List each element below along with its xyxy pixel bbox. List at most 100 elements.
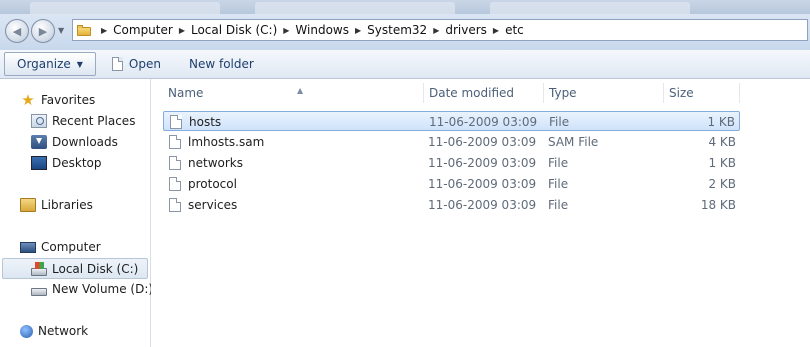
file-icon [169, 177, 181, 191]
local-disk-icon [31, 261, 47, 276]
recent-places-icon [31, 114, 47, 128]
breadcrumb-separator[interactable]: ▶ [179, 26, 185, 35]
breadcrumb-local-disk[interactable]: Local Disk (C:) [191, 23, 277, 37]
file-size: 1 KB [707, 115, 735, 129]
organize-label: Organize [17, 57, 71, 71]
blurred-tab [255, 2, 455, 14]
file-size: 1 KB [708, 156, 736, 170]
column-header-name[interactable]: Name [168, 86, 203, 100]
downloads-icon [31, 135, 47, 149]
column-header-date-modified[interactable]: Date modified [429, 86, 514, 100]
back-button[interactable]: ◀ [5, 19, 29, 43]
network-icon [20, 324, 33, 338]
file-name: protocol [188, 177, 237, 191]
organize-button[interactable]: Organize ▼ [4, 52, 96, 76]
folder-icon [77, 24, 91, 36]
drive-icon [31, 288, 47, 296]
file-date: 11-06-2009 03:09 [428, 198, 537, 212]
breadcrumb-separator[interactable]: ▶ [283, 26, 289, 35]
column-divider[interactable] [663, 83, 664, 103]
file-type: SAM File [548, 135, 599, 149]
dropdown-caret-icon: ▼ [76, 59, 83, 69]
file-name: services [188, 198, 238, 212]
open-label: Open [128, 57, 161, 71]
file-name: hosts [189, 115, 222, 129]
nav-local-disk-c[interactable]: Local Disk (C:) [2, 258, 148, 279]
breadcrumb-computer[interactable]: Computer [113, 23, 173, 37]
nav-desktop[interactable]: Desktop [31, 154, 102, 172]
file-row-networks[interactable]: networks 11-06-2009 03:09 File 1 KB [163, 153, 740, 173]
nav-new-volume-d[interactable]: New Volume (D:) [31, 280, 153, 298]
file-icon [169, 198, 181, 212]
nav-item-label: Downloads [52, 135, 118, 149]
file-date: 11-06-2009 03:09 [429, 115, 538, 129]
breadcrumb-separator[interactable]: ▶ [433, 26, 439, 35]
background-tab-strip [0, 0, 810, 14]
forward-arrow-icon: ▶ [38, 24, 48, 38]
nav-item-label: Desktop [52, 156, 102, 170]
open-button[interactable]: Open [104, 53, 169, 75]
desktop-icon [31, 156, 47, 170]
blurred-tab [490, 2, 690, 14]
file-row-protocol[interactable]: protocol 11-06-2009 03:09 File 2 KB [163, 174, 740, 194]
file-date: 11-06-2009 03:09 [428, 177, 537, 191]
new-folder-button[interactable]: New folder [181, 53, 262, 75]
document-icon [111, 57, 123, 71]
nav-computer[interactable]: Computer [20, 238, 101, 256]
column-divider[interactable] [543, 83, 544, 103]
breadcrumb-separator[interactable]: ▶ [355, 26, 361, 35]
navigation-pane: ★ Favorites Recent Places Downloads Desk… [0, 79, 153, 347]
recent-pages-dropdown[interactable]: ▼ [58, 26, 64, 35]
back-arrow-icon: ◀ [12, 24, 22, 38]
file-icon [169, 135, 181, 149]
breadcrumb-etc[interactable]: etc [505, 23, 524, 37]
nav-libraries[interactable]: Libraries [20, 196, 93, 214]
file-row-hosts[interactable]: hosts 11-06-2009 03:09 File 1 KB [163, 111, 740, 131]
file-type: File [548, 177, 569, 191]
breadcrumb-separator[interactable]: ▶ [101, 26, 107, 35]
blurred-tab [30, 2, 220, 14]
forward-button[interactable]: ▶ [31, 19, 55, 43]
file-type: File [549, 115, 570, 129]
file-row-services[interactable]: services 11-06-2009 03:09 File 18 KB [163, 195, 740, 215]
command-bar: Organize ▼ Open New folder [0, 50, 810, 79]
file-date: 11-06-2009 03:09 [428, 156, 537, 170]
file-name: lmhosts.sam [188, 135, 265, 149]
file-size: 4 KB [708, 135, 736, 149]
breadcrumb-windows[interactable]: Windows [295, 23, 349, 37]
nav-item-label: Recent Places [52, 114, 136, 128]
column-header-row: ▲ Name Date modified Type Size [161, 79, 741, 105]
nav-network[interactable]: Network [20, 322, 88, 340]
libraries-icon [20, 198, 36, 212]
breadcrumb-system32[interactable]: System32 [367, 23, 427, 37]
breadcrumb-drivers[interactable]: drivers [445, 23, 487, 37]
breadcrumb-separator[interactable]: ▶ [493, 26, 499, 35]
nav-favorites-label: Favorites [41, 93, 96, 107]
file-type: File [548, 198, 569, 212]
sort-ascending-icon: ▲ [297, 86, 304, 95]
nav-recent-places[interactable]: Recent Places [31, 112, 135, 130]
nav-libraries-label: Libraries [41, 198, 93, 212]
column-divider[interactable] [423, 83, 424, 103]
nav-computer-label: Computer [41, 240, 101, 254]
new-folder-label: New folder [188, 57, 254, 71]
nav-item-label: New Volume (D:) [52, 282, 154, 296]
file-list-pane: ▲ Name Date modified Type Size hosts 11-… [151, 79, 810, 347]
file-name: networks [188, 156, 243, 170]
address-bar[interactable]: ▶ Computer ▶ Local Disk (C:) ▶ Windows ▶… [72, 19, 808, 41]
file-date: 11-06-2009 03:09 [428, 135, 537, 149]
address-bar-row: ◀ ▶ ▼ ▶ Computer ▶ Local Disk (C:) ▶ Win… [0, 14, 810, 58]
nav-downloads[interactable]: Downloads [31, 133, 118, 151]
nav-favorites[interactable]: ★ Favorites [20, 91, 95, 109]
file-icon [170, 115, 182, 129]
column-header-size[interactable]: Size [669, 86, 694, 100]
file-size: 2 KB [708, 177, 736, 191]
star-icon: ★ [21, 91, 35, 109]
file-row-lmhosts[interactable]: lmhosts.sam 11-06-2009 03:09 SAM File 4 … [163, 132, 740, 152]
column-header-type[interactable]: Type [549, 86, 577, 100]
file-type: File [548, 156, 569, 170]
nav-item-label: Local Disk (C:) [52, 261, 139, 276]
column-divider[interactable] [739, 83, 740, 103]
computer-icon [20, 241, 36, 253]
file-icon [169, 156, 181, 170]
